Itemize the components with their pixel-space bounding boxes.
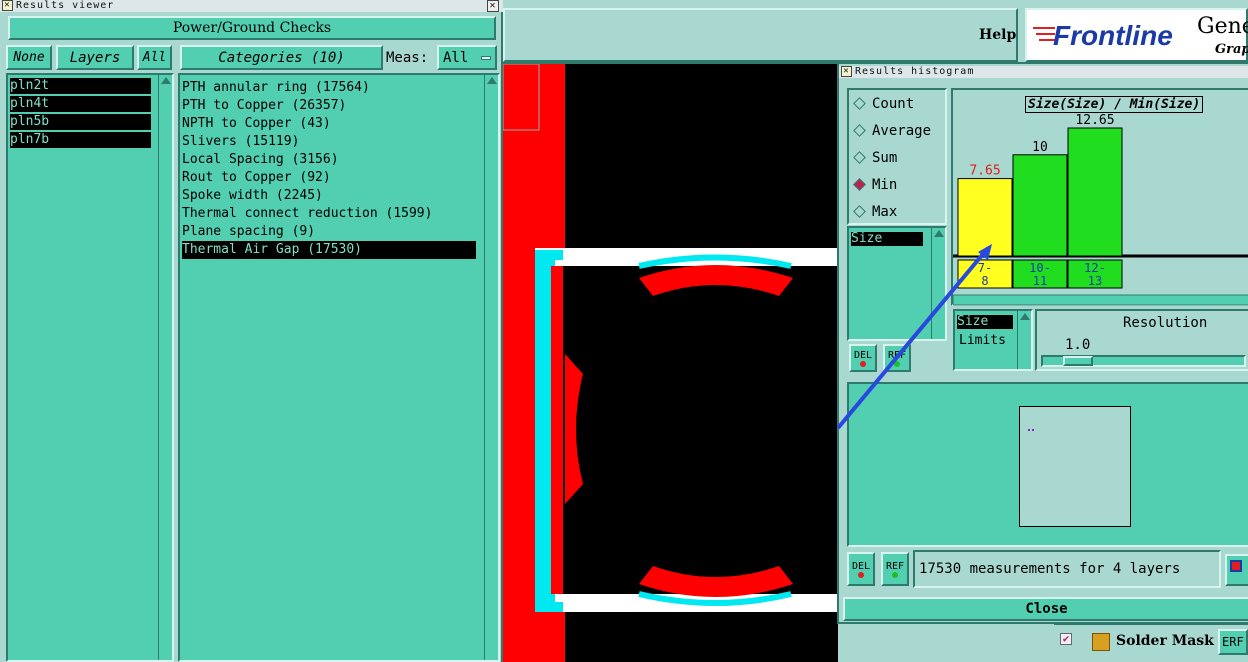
mode-count[interactable]: Count <box>849 90 945 117</box>
solder-mask-icon <box>1092 633 1110 651</box>
meas-label: Meas: <box>386 50 429 66</box>
brand-panel: Frontline Gene Grap <box>1025 8 1248 62</box>
window-title: Results viewer <box>16 0 115 11</box>
size-limits-scrollbar[interactable] <box>1017 311 1031 369</box>
histogram-bar <box>1012 154 1068 257</box>
bin-label: 10- <box>1029 261 1051 275</box>
status-icon-button[interactable] <box>1225 554 1248 586</box>
resolution-panel: Resolution 1.0 <box>1035 309 1248 371</box>
bar-value-label: 10 <box>1032 140 1048 155</box>
status-ref-button[interactable]: REF <box>881 552 909 586</box>
meas-dropdown[interactable]: All <box>437 45 497 70</box>
bottom-strip: ✔ Solder Mask Ch ERF <box>1054 624 1248 662</box>
radio-selected-icon <box>853 178 866 191</box>
preview-frame <box>1019 406 1131 527</box>
dropdown-indicator-icon <box>481 55 491 60</box>
main-toolbar: Help Frontline Gene Grap <box>503 0 1248 64</box>
scroll-up-arrow-icon[interactable] <box>933 230 944 237</box>
category-item[interactable]: PTH annular ring (17564) <box>182 79 498 97</box>
close-window-button[interactable]: ✕ <box>487 0 499 12</box>
mode-max[interactable]: Max <box>849 198 945 225</box>
category-item[interactable]: Spoke width (2245) <box>182 187 498 205</box>
histogram-window-title: Results histogram <box>855 66 975 77</box>
brand-sub-2: Grap <box>1215 42 1248 57</box>
results-viewer-titlebar[interactable]: ✕ Results viewer ✕ <box>0 0 503 12</box>
all-button[interactable]: All <box>137 45 172 70</box>
brand-sub-1: Gene <box>1197 14 1248 39</box>
scroll-up-arrow-icon[interactable] <box>486 77 497 84</box>
categories-list[interactable]: PTH annular ring (17564) PTH to Copper (… <box>178 73 500 662</box>
flag-icon <box>1230 560 1242 572</box>
radio-icon <box>853 97 866 110</box>
red-dot-icon <box>858 571 864 578</box>
category-item[interactable]: NPTH to Copper (43) <box>182 115 498 133</box>
checkbox-icon[interactable]: ✔ <box>1060 633 1072 645</box>
mode-sum[interactable]: Sum <box>849 144 945 171</box>
bar-value-label: 12.65 <box>1075 113 1114 128</box>
category-item[interactable]: Thermal connect reduction (1599) <box>182 205 498 223</box>
window-menu-icon[interactable]: ✕ <box>2 0 13 11</box>
bin-label: 12- <box>1084 261 1106 275</box>
scroll-up-arrow-icon[interactable] <box>1019 313 1030 320</box>
resolution-value: 1.0 <box>1065 337 1091 353</box>
categories-scrollbar[interactable] <box>484 75 498 660</box>
none-button[interactable]: None <box>6 45 52 70</box>
category-item-selected[interactable]: Thermal Air Gap (17530) <box>182 241 476 259</box>
bar-value-label: 7.65 <box>969 164 1000 179</box>
category-item[interactable]: PTH to Copper (26357) <box>182 97 498 115</box>
close-button[interactable]: Close <box>843 597 1248 621</box>
histogram-titlebar[interactable]: ✕ Results histogram <box>839 66 1248 78</box>
category-item[interactable]: Local Spacing (3156) <box>182 151 498 169</box>
preview-marker <box>1028 429 1034 431</box>
category-item[interactable]: Slivers (15119) <box>182 133 498 151</box>
layer-item[interactable]: pln7b <box>10 132 151 148</box>
mode-average[interactable]: Average <box>849 117 945 144</box>
radio-icon <box>853 124 866 137</box>
green-dot-icon <box>892 571 898 578</box>
pcb-drawing <box>503 64 838 662</box>
meas-value: All <box>443 49 469 66</box>
layer-item[interactable]: pln4t <box>10 96 151 112</box>
mode-radio-group: Count Average Sum Min Max <box>847 88 947 225</box>
graphics-canvas[interactable] <box>503 64 838 662</box>
categories-button[interactable]: Categories (10) <box>180 45 383 70</box>
slider-thumb[interactable] <box>1063 356 1093 366</box>
results-viewer-window: ✕ Results viewer ✕ Power/Ground Checks No… <box>0 0 503 662</box>
layers-list[interactable]: pln2t pln4t pln5b pln7b <box>6 73 174 662</box>
window-menu-icon[interactable]: ✕ <box>841 66 852 77</box>
bin-label: 13 <box>1088 274 1102 288</box>
radio-icon <box>853 151 866 164</box>
resolution-slider[interactable] <box>1041 355 1246 367</box>
layers-scrollbar[interactable] <box>158 75 172 660</box>
scroll-up-arrow-icon[interactable] <box>160 77 171 84</box>
layers-button[interactable]: Layers <box>56 45 134 70</box>
brand-name: Frontline <box>1053 20 1173 51</box>
layer-item[interactable]: pln5b <box>10 114 151 130</box>
status-text: 17530 measurements for 4 layers <box>913 550 1221 588</box>
radio-icon <box>853 205 866 218</box>
toolbar-slot <box>503 8 1018 62</box>
layer-item[interactable]: pln2t <box>10 78 151 94</box>
category-item[interactable]: Plane spacing (9) <box>182 223 498 241</box>
panel-header: Power/Ground Checks <box>8 16 496 40</box>
resolution-label: Resolution <box>1123 315 1208 331</box>
category-item[interactable]: Rout to Copper (92) <box>182 169 498 187</box>
help-menu[interactable]: Help <box>979 27 1016 43</box>
erf-button[interactable]: ERF <box>1218 629 1248 655</box>
histogram-bar <box>1067 127 1123 257</box>
mode-min[interactable]: Min <box>849 171 945 198</box>
bin-label: 11 <box>1033 274 1047 288</box>
status-del-button[interactable]: DEL <box>847 552 875 586</box>
annotation-arrow <box>836 244 992 430</box>
